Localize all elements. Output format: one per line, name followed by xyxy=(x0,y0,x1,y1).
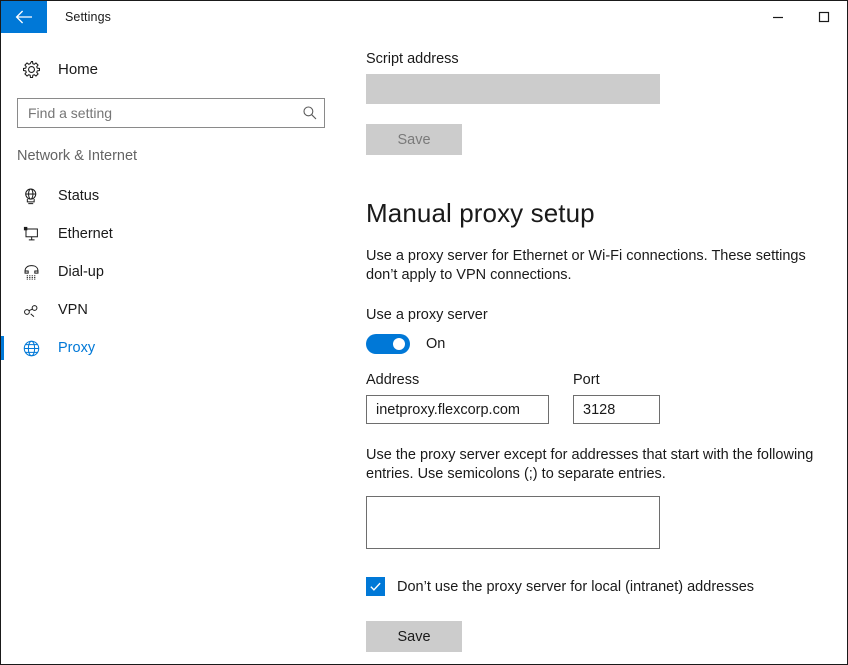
sidebar-item-dial-up[interactable]: Dial-up xyxy=(1,253,349,291)
local-addresses-label: Don’t use the proxy server for local (in… xyxy=(397,578,755,595)
sidebar: Home Network & Internet xyxy=(1,33,349,664)
manual-proxy-description: Use a proxy server for Ethernet or Wi-Fi… xyxy=(366,248,806,283)
toggle-state-label: On xyxy=(426,336,446,352)
address-column: Address xyxy=(366,372,549,424)
port-label: Port xyxy=(573,372,600,388)
app-title: Settings xyxy=(65,10,111,24)
exceptions-description: Use the proxy server except for addresse… xyxy=(366,447,814,482)
local-addresses-checkbox[interactable] xyxy=(366,577,385,596)
toggle-knob xyxy=(393,338,405,350)
gear-icon xyxy=(22,60,44,79)
back-button[interactable] xyxy=(1,1,47,33)
title-bar: Settings xyxy=(1,1,847,33)
use-proxy-toggle-row: On xyxy=(366,334,847,354)
ethernet-monitor-icon xyxy=(22,225,44,244)
sidebar-item-vpn[interactable]: VPN xyxy=(1,291,349,329)
exceptions-textarea[interactable] xyxy=(366,496,660,549)
search-box[interactable] xyxy=(17,98,325,128)
use-proxy-server-toggle[interactable] xyxy=(366,334,410,354)
sidebar-home-label: Home xyxy=(58,60,99,78)
sidebar-item-label: Ethernet xyxy=(58,226,113,242)
selection-accent-bar xyxy=(1,184,4,208)
back-arrow-icon xyxy=(15,10,32,24)
checkmark-icon xyxy=(370,582,381,591)
local-addresses-row: Don’t use the proxy server for local (in… xyxy=(366,577,847,596)
sidebar-item-label: Dial-up xyxy=(58,264,104,280)
globe-icon xyxy=(22,339,44,358)
script-address-input xyxy=(366,74,660,104)
maximize-icon xyxy=(818,11,830,23)
script-address-label: Script address xyxy=(366,51,459,67)
dialup-phone-icon xyxy=(22,263,44,282)
manual-proxy-heading: Manual proxy setup xyxy=(366,198,595,228)
minimize-button[interactable] xyxy=(755,1,801,33)
manual-proxy-save-wrap: Save xyxy=(366,621,847,652)
manual-proxy-save-button[interactable]: Save xyxy=(366,621,462,652)
script-address-save-button: Save xyxy=(366,124,462,155)
selection-accent-bar xyxy=(1,222,4,246)
minimize-icon xyxy=(773,16,783,19)
status-globe-monitor-icon xyxy=(22,187,44,206)
sidebar-item-ethernet[interactable]: Ethernet xyxy=(1,215,349,253)
sidebar-item-proxy[interactable]: Proxy xyxy=(1,329,349,367)
address-label: Address xyxy=(366,372,420,388)
search-icon[interactable] xyxy=(296,105,324,121)
sidebar-item-label: Status xyxy=(58,188,100,204)
selection-accent-bar xyxy=(1,336,4,360)
sidebar-item-home[interactable]: Home xyxy=(1,52,349,86)
sidebar-item-label: Proxy xyxy=(58,340,96,356)
vpn-key-icon xyxy=(22,301,44,320)
address-input[interactable] xyxy=(366,395,549,424)
maximize-button[interactable] xyxy=(801,1,847,33)
port-column: Port xyxy=(573,372,660,424)
sidebar-nav-list: Status Ethernet Dial-up VPN Proxy xyxy=(1,177,349,367)
sidebar-item-status[interactable]: Status xyxy=(1,177,349,215)
selection-accent-bar xyxy=(1,260,4,284)
sidebar-item-label: VPN xyxy=(58,302,88,318)
content-pane: Script address Save Manual proxy setup U… xyxy=(349,33,847,664)
selection-accent-bar xyxy=(1,298,4,322)
search-input[interactable] xyxy=(18,100,296,126)
use-proxy-server-label: Use a proxy server xyxy=(366,307,488,323)
settings-window: Settings Home Find a setting Network & I… xyxy=(0,0,848,665)
address-port-row: Address Port xyxy=(366,372,847,424)
sidebar-category-label: Network & Internet xyxy=(17,148,138,164)
port-input[interactable] xyxy=(573,395,660,424)
